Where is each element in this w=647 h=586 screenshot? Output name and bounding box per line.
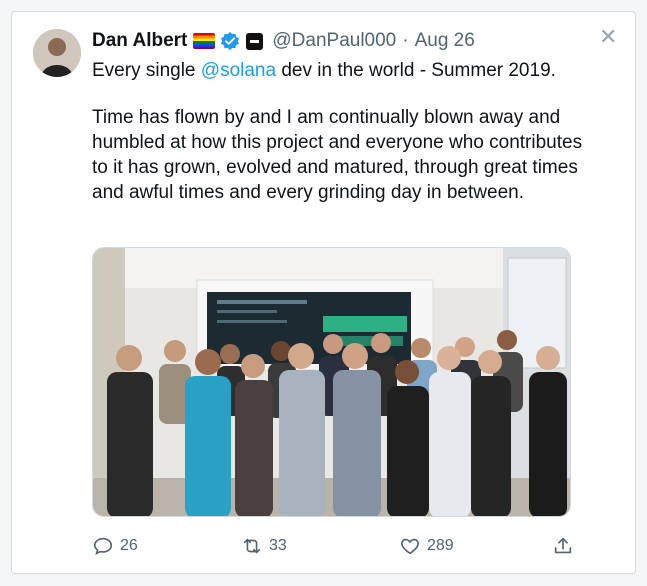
like-count: 289	[427, 537, 454, 554]
line1-suffix: dev in the world - Summer 2019.	[276, 60, 556, 81]
author-handle[interactable]: @DanPaul000	[272, 30, 396, 52]
verified-badge-icon	[221, 31, 240, 51]
tweet-header: Dan Albert @DanPaul000 · Aug 26	[92, 29, 475, 53]
reply-icon	[93, 537, 113, 555]
share-icon	[554, 537, 572, 554]
retweet-count: 33	[269, 537, 287, 554]
tweet-paragraph-2: Time has flown by and I am continually b…	[92, 107, 583, 203]
reply-button[interactable]: 26	[92, 531, 138, 561]
tweet-actions: 26 33 289	[92, 531, 574, 561]
retweet-button[interactable]: 33	[241, 531, 287, 561]
separator-dot: ·	[402, 30, 409, 51]
reply-count: 26	[120, 537, 138, 554]
share-button[interactable]	[552, 531, 580, 561]
tweet-date[interactable]: Aug 26	[415, 30, 475, 52]
tweet-photo[interactable]	[92, 247, 571, 517]
affiliation-badge-icon[interactable]	[246, 32, 264, 50]
close-icon[interactable]: ✕	[599, 26, 617, 48]
retweet-icon	[243, 538, 261, 554]
mention-link[interactable]: @solana	[201, 60, 276, 81]
author-avatar[interactable]	[33, 29, 81, 77]
like-button[interactable]: 289	[399, 531, 454, 561]
line1-prefix: Every single	[92, 60, 201, 81]
tweet-card: Dan Albert @DanPaul000 · Aug 26 ✕ Every …	[11, 11, 636, 574]
tweet-text: Every single @solana dev in the world - …	[92, 58, 592, 205]
author-name[interactable]: Dan Albert	[92, 30, 187, 52]
like-icon	[401, 538, 419, 555]
rainbow-flag-icon	[193, 33, 216, 49]
tweet-line-1: Every single @solana dev in the world - …	[92, 58, 592, 83]
